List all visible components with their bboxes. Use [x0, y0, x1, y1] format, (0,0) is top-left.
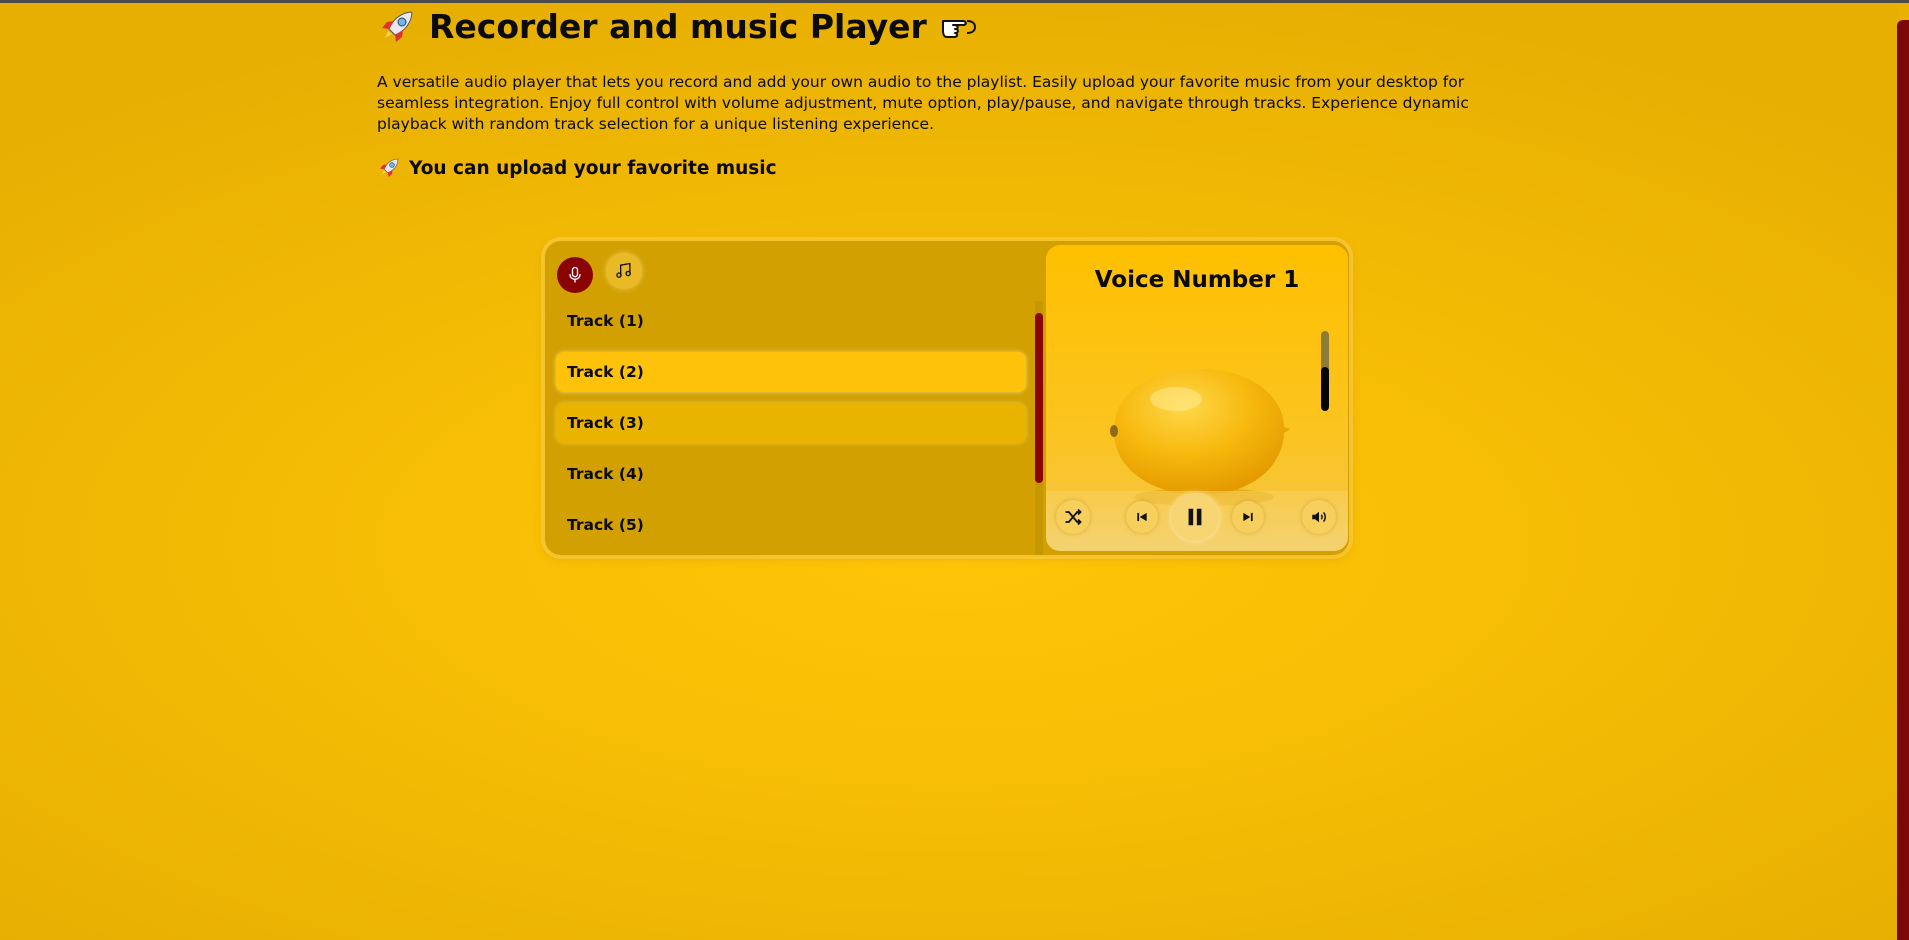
track-list: Track (1) Track (2) Track (3) Track (4) …	[556, 301, 1026, 555]
previous-track-button[interactable]	[1126, 501, 1158, 533]
mute-button[interactable]	[1302, 500, 1336, 534]
next-track-button[interactable]	[1232, 501, 1264, 533]
track-item-active[interactable]: Track (2)	[556, 352, 1026, 392]
playlist-scrollbar-thumb[interactable]	[1035, 313, 1043, 483]
track-item[interactable]: Track (4)	[556, 454, 1026, 494]
track-label: Track (3)	[567, 414, 644, 432]
rocket-icon	[377, 156, 401, 180]
now-playing-title: Voice Number 1	[1094, 267, 1300, 293]
upload-subtitle-text: You can upload your favorite music	[409, 157, 777, 179]
page-scrollbar-thumb[interactable]	[1897, 20, 1909, 940]
track-label: Track (5)	[567, 516, 644, 534]
track-label: Track (4)	[567, 465, 644, 483]
volume-slider-fill	[1321, 367, 1329, 411]
shuffle-icon	[1065, 508, 1082, 526]
shuffle-button[interactable]	[1056, 500, 1090, 534]
pause-icon	[1188, 508, 1202, 526]
page-content: Recorder and music Player A versatile au…	[377, 4, 1527, 181]
track-item[interactable]: Track (1)	[556, 301, 1026, 341]
music-note-icon	[616, 262, 631, 278]
browser-top-border	[0, 0, 1909, 3]
track-item[interactable]: Track (5)	[556, 505, 1026, 545]
volume-icon	[1312, 511, 1326, 523]
record-button[interactable]	[557, 257, 593, 293]
skip-next-icon	[1243, 512, 1253, 522]
rocket-icon	[377, 7, 417, 47]
track-label: Track (1)	[567, 312, 644, 330]
page-description: A versatile audio player that lets you r…	[377, 73, 1469, 133]
page-title-text: Recorder and music Player	[429, 7, 927, 46]
cover-image	[1106, 359, 1296, 509]
playlist-panel: Track (1) Track (2) Track (3) Track (4) …	[545, 241, 1043, 555]
upload-subtitle: You can upload your favorite music	[377, 155, 1527, 181]
volume-slider[interactable]	[1321, 331, 1329, 411]
audio-player: Track (1) Track (2) Track (3) Track (4) …	[545, 241, 1349, 555]
now-playing-panel: Voice Number 1	[1046, 245, 1348, 551]
skip-previous-icon	[1137, 512, 1147, 522]
microphone-icon	[569, 266, 581, 283]
play-pause-button[interactable]	[1171, 493, 1219, 541]
track-label: Track (2)	[567, 363, 644, 381]
track-item[interactable]: Track (3)	[556, 403, 1026, 443]
pointing-hand-icon	[939, 7, 979, 47]
upload-music-button[interactable]	[606, 253, 642, 289]
page-title: Recorder and music Player	[377, 4, 1527, 50]
